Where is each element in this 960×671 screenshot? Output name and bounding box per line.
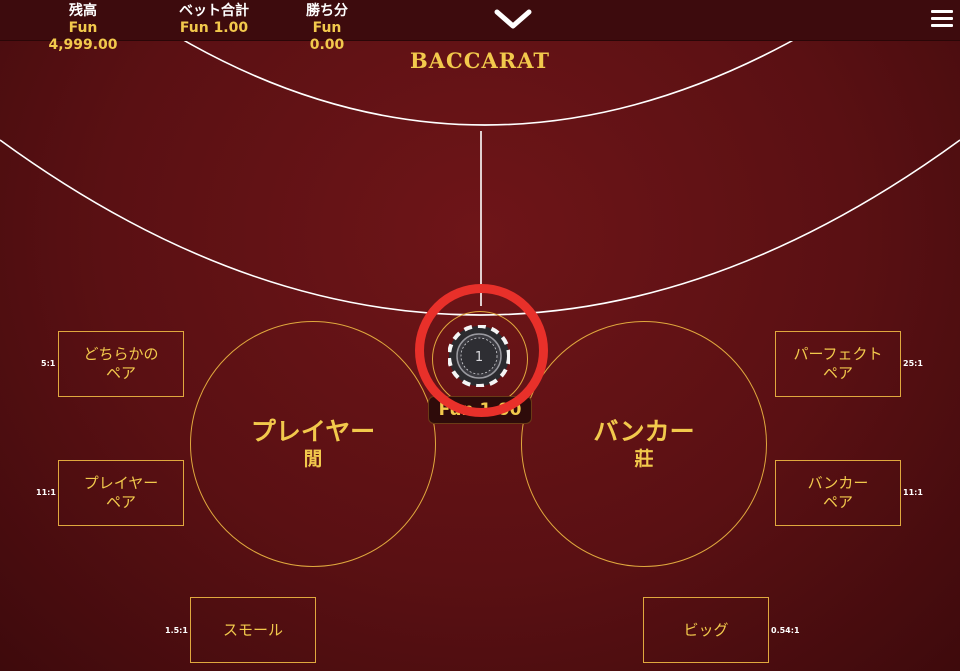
top-bar: 残高 Fun 4,999.00 ベット合計 Fun 1.00 勝ち分 Fun 0… xyxy=(0,0,960,53)
player-pair-line2: ペア xyxy=(105,493,136,511)
total-bet-value: Fun 1.00 xyxy=(179,20,249,36)
chevron-down-icon[interactable] xyxy=(493,6,533,32)
either-pair-line1: どちらかの xyxy=(83,345,159,363)
small-bet-box[interactable]: スモール xyxy=(190,597,316,663)
win-stat: 勝ち分 Fun 0.00 xyxy=(294,3,360,54)
banker-pair-line1: バンカー xyxy=(807,474,869,492)
balance-value: Fun 4,999.00 xyxy=(48,20,118,53)
player-pair-bet-box[interactable]: プレイヤー ペア xyxy=(58,460,184,526)
win-value: Fun 0.00 xyxy=(309,20,345,53)
big-bet-box[interactable]: ビッグ xyxy=(643,597,769,663)
either-pair-odds: 5:1 xyxy=(41,359,56,368)
player-pair-line1: プレイヤー xyxy=(83,474,159,492)
balance-label: 残高 xyxy=(69,3,97,19)
big-label: ビッグ xyxy=(683,620,729,639)
player-pair-odds: 11:1 xyxy=(36,488,56,497)
banker-pair-odds: 11:1 xyxy=(903,488,923,497)
player-label: プレイヤー xyxy=(250,417,376,446)
baccarat-logo: BACCARAT xyxy=(410,48,550,73)
player-bet-area[interactable]: プレイヤー 閒 xyxy=(190,321,436,567)
small-odds: 1.5:1 xyxy=(165,626,188,635)
banker-label: バンカー xyxy=(593,417,695,446)
player-sub-label: 閒 xyxy=(303,448,323,470)
banker-sub-label: 莊 xyxy=(634,448,654,470)
hamburger-menu-icon[interactable] xyxy=(931,10,953,28)
win-label: 勝ち分 xyxy=(306,3,348,19)
perfect-pair-bet-box[interactable]: パーフェクト ペア xyxy=(775,331,901,397)
banker-bet-area[interactable]: バンカー 莊 xyxy=(521,321,767,567)
perfect-pair-odds: 25:1 xyxy=(903,359,923,368)
perfect-pair-line2: ペア xyxy=(822,364,853,382)
small-label: スモール xyxy=(222,620,283,639)
either-pair-line2: ペア xyxy=(105,364,136,382)
highlight-ring xyxy=(415,284,548,417)
balance-stat: 残高 Fun 4,999.00 xyxy=(36,3,130,54)
big-odds: 0.54:1 xyxy=(771,626,800,635)
banker-pair-line2: ペア xyxy=(822,493,853,511)
perfect-pair-line1: パーフェクト xyxy=(793,345,883,363)
either-pair-bet-box[interactable]: どちらかの ペア xyxy=(58,331,184,397)
total-bet-stat: ベット合計 Fun 1.00 xyxy=(172,3,256,37)
total-bet-label: ベット合計 xyxy=(179,3,249,19)
banker-pair-bet-box[interactable]: バンカー ペア xyxy=(775,460,901,526)
